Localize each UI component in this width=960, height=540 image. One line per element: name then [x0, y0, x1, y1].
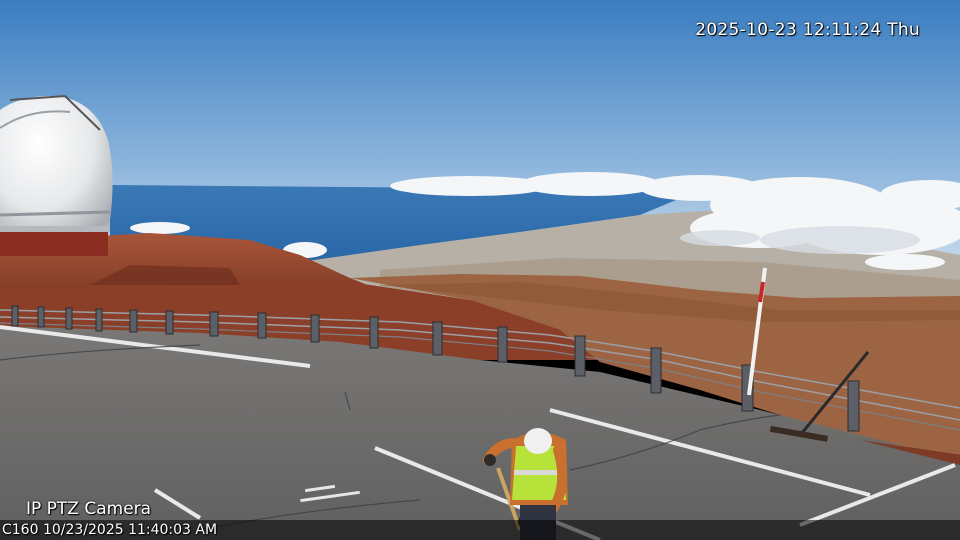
overlay-camera-name: IP PTZ Camera: [26, 499, 152, 519]
overlay-timestamp-bottom: C160 10/23/2025 11:40:03 AM: [2, 522, 218, 538]
webcam-view: 2025-10-23 12:11:24 Thu IP PTZ Camera C1…: [0, 0, 960, 540]
overlay-timestamp-top: 2025-10-23 12:11:24 Thu: [695, 20, 920, 40]
scene-image: [0, 0, 960, 540]
telescope-dome: [0, 94, 113, 256]
